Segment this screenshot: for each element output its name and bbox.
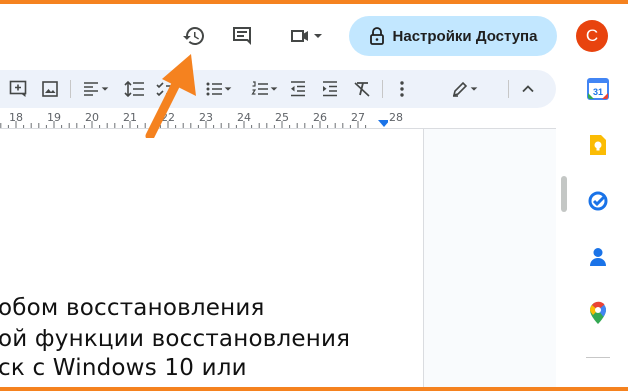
- ruler-number: 21: [123, 111, 137, 124]
- meet-button[interactable]: [282, 20, 330, 52]
- numbered-list-icon: [251, 81, 268, 95]
- document-page[interactable]: обом восстановления ой функции восстанов…: [0, 129, 424, 387]
- share-label: Настройки Доступа: [392, 27, 538, 45]
- editing-mode-button[interactable]: [442, 70, 488, 108]
- insert-image-icon: [42, 81, 58, 97]
- document-text-line: ск с Windows 10 или: [0, 355, 247, 381]
- numbered-list-button[interactable]: [244, 70, 286, 108]
- side-panel-divider: [586, 357, 610, 358]
- calendar-day: 31: [593, 87, 603, 97]
- contacts-app-button[interactable]: [585, 244, 611, 270]
- hide-menus-button[interactable]: [516, 70, 540, 108]
- lock-icon: [369, 27, 384, 45]
- ruler-number: 26: [313, 111, 327, 124]
- comments-button[interactable]: [226, 20, 258, 52]
- ruler-number: 20: [85, 111, 99, 124]
- right-indent-marker: [378, 120, 388, 127]
- formatting-toolbar: [0, 70, 556, 108]
- chevron-down-icon: [101, 87, 109, 91]
- ruler-number: 28: [389, 111, 403, 124]
- increase-indent-button[interactable]: [318, 70, 342, 108]
- orange-bottom-border: [0, 387, 628, 391]
- calendar-icon: 31: [587, 78, 609, 100]
- history-icon: [183, 27, 204, 45]
- collapse-icon: [522, 85, 534, 93]
- decrease-indent-button[interactable]: [286, 70, 310, 108]
- chevron-down-icon: [224, 87, 232, 91]
- align-left-icon: [84, 82, 98, 96]
- history-button[interactable]: [178, 20, 210, 52]
- comment-icon: [233, 27, 251, 45]
- ruler-number: 24: [237, 111, 251, 124]
- contacts-icon: [590, 248, 606, 266]
- tasks-app-button[interactable]: [585, 188, 611, 214]
- chevron-down-icon: [270, 87, 278, 91]
- share-button[interactable]: Настройки Доступа: [349, 16, 557, 56]
- ruler-number: 27: [351, 111, 365, 124]
- vertical-scrollbar[interactable]: [561, 176, 567, 212]
- ruler-number: 18: [9, 111, 23, 124]
- chevron-down-icon: [314, 34, 322, 38]
- toolbar-divider: [508, 80, 509, 98]
- chevron-down-icon: [470, 87, 478, 91]
- increase-indent-icon: [323, 81, 337, 97]
- side-panel: 31: [568, 60, 628, 390]
- annotation-arrow: [145, 54, 196, 138]
- keep-app-button[interactable]: [585, 132, 611, 158]
- tasks-icon: [588, 191, 608, 211]
- clear-formatting-icon: [354, 82, 370, 97]
- align-button[interactable]: [78, 70, 114, 108]
- keep-icon: [590, 135, 606, 155]
- ruler-number: 19: [47, 111, 61, 124]
- ruler-number: 25: [275, 111, 289, 124]
- add-comment-icon: [9, 80, 27, 97]
- avatar[interactable]: С: [576, 20, 608, 52]
- toolbar-divider: [70, 80, 71, 98]
- calendar-app-button[interactable]: 31: [585, 76, 611, 102]
- add-comment-button[interactable]: [6, 70, 30, 108]
- clear-formatting-button[interactable]: [350, 70, 374, 108]
- more-vert-icon: [400, 81, 404, 97]
- toolbar-divider: [382, 80, 383, 98]
- document-text-line: ой функции восстановления: [0, 326, 351, 352]
- more-options-button[interactable]: [390, 70, 414, 108]
- edit-mode-icon: [452, 81, 468, 97]
- maps-app-button[interactable]: [585, 300, 611, 326]
- insert-image-button[interactable]: [38, 70, 62, 108]
- maps-icon: [590, 301, 606, 324]
- document-text-line: обом восстановления: [0, 295, 265, 321]
- videocam-icon: [291, 30, 308, 42]
- decrease-indent-icon: [291, 81, 305, 97]
- orange-top-border: [0, 0, 628, 4]
